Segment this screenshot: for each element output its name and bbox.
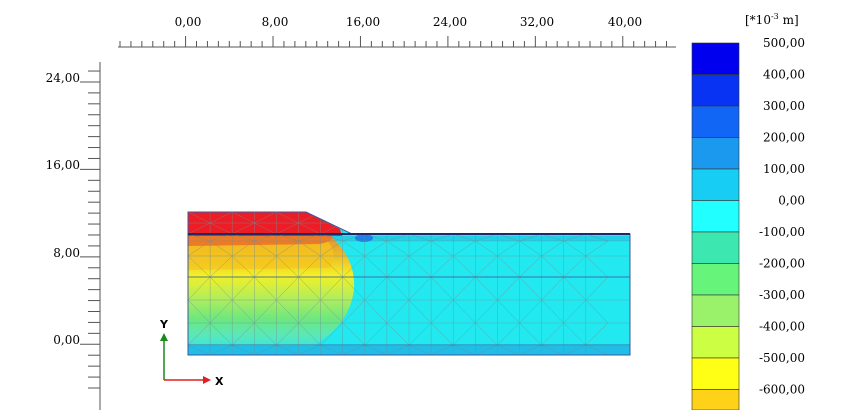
legend-swatch [691,137,740,170]
left-ruler: 24,00 16,00 8,00 0,00 [46,62,101,410]
x-axis-letter: X [215,375,224,388]
x-ruler-label: 24,00 [433,15,467,29]
mesh-line [364,212,388,224]
legend-label: 300,00 [763,99,805,113]
mesh-line [563,212,586,224]
legend-swatch [691,389,740,410]
x-ruler-label: 16,00 [346,15,380,29]
x-ruler-label: 32,00 [520,15,554,29]
mesh-line [408,212,432,224]
x-ruler-label: 40,00 [608,15,642,29]
x-arrow-head-icon [203,376,211,384]
mesh-line [585,212,609,224]
x-ruler-label: 8,00 [262,15,289,29]
y-arrow-head-icon [160,333,168,341]
mesh-line [342,212,365,224]
legend-swatch [691,231,740,264]
legend-swatch [691,105,740,138]
legend-label: 400,00 [763,68,805,82]
legend-label: 0,00 [778,194,805,208]
y-ruler-label: 0,00 [53,333,80,347]
mesh-line [563,222,586,235]
mesh-line [541,212,564,224]
legend-swatch [691,326,740,359]
legend-label: 500,00 [763,36,805,50]
mesh-line [541,222,564,235]
top-ruler: 0,00 8,00 16,00 24,00 32,00 40,00 [118,15,676,48]
legend-label: -200,00 [759,257,805,271]
legend-label: -500,00 [759,351,805,365]
legend-label: -400,00 [759,320,805,334]
mesh-line [408,222,432,235]
mesh-line [497,222,520,235]
legend-swatch [691,168,740,201]
mesh-line [475,212,498,224]
legend-label: -300,00 [759,288,805,302]
y-axis-letter: Y [159,318,169,331]
mesh-line [430,212,454,224]
color-legend: [*10-3 m] 500,00 400,00 300,00 200,00 100,00… [691,12,805,410]
mesh-line [364,222,388,235]
mesh-line [519,222,542,235]
mesh-line [585,222,609,235]
mesh-line [519,212,542,224]
legend-label: -600,00 [759,383,805,397]
y-ruler-label: 24,00 [46,71,80,85]
mesh-line [475,222,498,235]
legend-swatch [691,294,740,327]
legend-swatch [691,74,740,107]
legend-swatch [691,263,740,296]
mesh-line [453,222,476,235]
legend-label: 100,00 [763,162,805,176]
contour-model [187,211,631,356]
mesh-line [453,212,476,224]
legend-unit: [*10-3 m] [745,12,799,27]
mesh-line [386,222,410,235]
legend-swatch [691,42,740,75]
mesh-line [430,222,454,235]
legend-swatch [691,200,740,233]
mesh-line [497,212,520,224]
legend-label: -100,00 [759,225,805,239]
x-ruler-label: 0,00 [175,15,202,29]
mesh-line [386,212,410,224]
legend-label: 200,00 [763,131,805,145]
y-ruler-label: 8,00 [53,246,80,260]
model-view: 0,00 8,00 16,00 24,00 32,00 40,00 24,00 … [46,12,805,410]
y-ruler-label: 16,00 [46,158,80,172]
legend-swatch [691,357,740,390]
